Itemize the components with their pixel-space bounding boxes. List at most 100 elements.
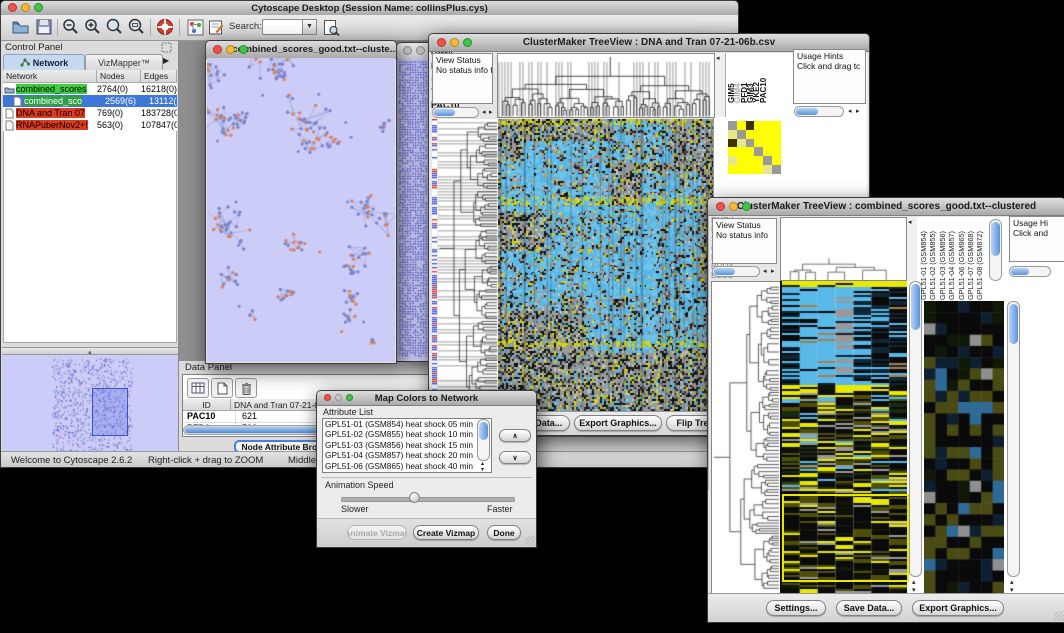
resize-grip[interactable] [1054, 611, 1064, 621]
attribute-select-button[interactable] [187, 378, 209, 398]
scrollbar-thumb[interactable] [714, 268, 735, 275]
gene-list-vscrollbar[interactable] [1007, 301, 1020, 577]
scroll-down-icon[interactable]: ▾ [481, 467, 484, 474]
scrollbar-thumb[interactable] [1011, 268, 1029, 275]
attribute-list-scrollbar[interactable] [477, 419, 490, 461]
scrollbar-thumb[interactable] [1009, 304, 1018, 344]
dense-network-canvas[interactable] [398, 59, 432, 359]
minimize-button[interactable] [416, 46, 425, 55]
tab-vizmapper[interactable]: VizMapper™ [85, 54, 163, 71]
treeview1-top-divider[interactable]: ◂ [715, 53, 726, 117]
treeview2-zoom-heatmap[interactable] [924, 301, 1004, 593]
zoom-out-button[interactable] [61, 17, 81, 37]
tab-network[interactable]: Network [3, 54, 85, 71]
float-panel-icon[interactable] [161, 42, 172, 53]
speed-slider-thumb[interactable] [409, 492, 420, 503]
scroll-left-icon[interactable]: ◂ [848, 108, 852, 115]
search-options-button[interactable] [321, 17, 341, 37]
tab-overflow-button[interactable]: ▶ [163, 56, 169, 65]
view-status-scrollbar[interactable] [712, 266, 760, 277]
delete-attribute-button[interactable] [235, 378, 257, 398]
zoom-button[interactable] [463, 38, 472, 47]
treeview2-row-dendrogram[interactable] [711, 281, 782, 595]
birdseye-view[interactable] [2, 355, 178, 459]
treeview1-heatmap[interactable] [498, 119, 713, 411]
minimize-button[interactable] [335, 394, 342, 401]
treeview2-title-bar[interactable]: ClusterMaker TreeView : combined_scores_… [708, 198, 1064, 216]
zoom-selected-button[interactable] [127, 17, 147, 37]
zoom-fit-button[interactable] [105, 17, 125, 37]
help-button[interactable] [155, 17, 175, 37]
network-list-row[interactable]: DNA and Tran 07769(0)183728(0) [3, 107, 177, 119]
zoom-button[interactable] [34, 3, 43, 12]
zoom-button[interactable] [346, 394, 353, 401]
minimize-button[interactable] [226, 45, 235, 54]
scrollbar-thumb[interactable] [479, 422, 488, 440]
settings-button[interactable]: Settings... [766, 600, 826, 616]
col-header-id[interactable]: ID [183, 399, 231, 411]
scroll-right-icon[interactable]: ▸ [489, 109, 493, 116]
export-graphics-button[interactable]: Export Graphics... [574, 415, 662, 431]
dialog-title-bar[interactable]: Map Colors to Network [317, 391, 536, 406]
vizmapper-button[interactable] [185, 17, 205, 37]
attribute-list-item[interactable]: GPL51-07 (GSM868) heat shock 60 min [323, 471, 491, 473]
zoom-button[interactable] [239, 45, 248, 54]
close-button[interactable] [716, 202, 725, 211]
treeview1-top-dendrogram[interactable] [497, 53, 715, 118]
usage-hints-scrollbar[interactable] [794, 106, 844, 117]
network-window-title-bar[interactable]: combined_scores_good.txt--cluste... [206, 41, 396, 59]
network-list-row[interactable]: combined_scores2764(0)16218(0) [3, 83, 177, 95]
attribute-list-item[interactable]: GPL51-02 (GSM855) heat shock 10 min [323, 429, 491, 439]
scroll-up-icon[interactable]: ▴ [912, 579, 916, 586]
move-up-button[interactable]: ∧ [499, 429, 531, 442]
treeview2-top-dendrogram[interactable] [780, 217, 907, 281]
annotation-button[interactable] [206, 17, 226, 37]
usage-hints-scrollbar[interactable] [1009, 266, 1051, 277]
attribute-list-item[interactable]: GPL51-04 (GSM857) heat shock 20 min [323, 450, 491, 460]
search-input[interactable] [262, 19, 304, 35]
scroll-left-icon[interactable]: ◂ [482, 109, 486, 116]
col-header-nodes[interactable]: Nodes [97, 70, 141, 83]
view-status-scrollbar[interactable] [432, 107, 479, 118]
move-down-button[interactable]: ∨ [499, 451, 531, 464]
close-button[interactable] [437, 38, 446, 47]
scroll-right-icon[interactable]: ▸ [856, 108, 860, 115]
close-button[interactable] [403, 46, 412, 55]
main-title-bar[interactable]: Cytoscape Desktop (Session Name: collins… [1, 1, 738, 16]
speed-slider-track[interactable] [341, 497, 515, 502]
treeview1-row-dendrogram[interactable] [438, 119, 498, 411]
minimize-button[interactable] [729, 202, 738, 211]
scroll-left-icon[interactable]: ◂ [763, 268, 767, 275]
network-list-row[interactable]: combined_sco2569(6)13112(15) [3, 95, 177, 107]
attribute-list-item[interactable]: GPL51-06 (GSM865) heat shock 40 min [323, 461, 491, 471]
open-file-button[interactable] [11, 17, 31, 37]
scrollbar-thumb[interactable] [796, 108, 818, 115]
new-attribute-button[interactable] [211, 378, 233, 398]
resize-grip[interactable] [525, 536, 535, 546]
search-dropdown-button[interactable]: ▼ [302, 19, 317, 35]
export-graphics-button[interactable]: Export Graphics... [912, 600, 1004, 616]
zoom-button[interactable] [742, 202, 751, 211]
col-header-network[interactable]: Network [3, 70, 97, 83]
scrollbar-thumb[interactable] [991, 222, 1000, 256]
heatmap-vscrollbar[interactable] [909, 281, 922, 577]
attribute-list-item[interactable]: GPL51-01 (GSM854) heat shock 05 min [323, 419, 491, 429]
close-button[interactable] [324, 394, 331, 401]
scrollbar-thumb[interactable] [434, 109, 455, 116]
network-view-canvas[interactable] [207, 58, 395, 362]
col-header-edges[interactable]: Edges [141, 70, 177, 83]
treeview1-similarity-matrix[interactable] [728, 121, 781, 174]
birdseye-divider[interactable]: ▴ [2, 347, 178, 355]
minimize-button[interactable] [450, 38, 459, 47]
scroll-right-icon[interactable]: ▸ [771, 268, 775, 275]
network-list-row[interactable]: RNAPuberNov2+!563(0)107847(0) [3, 119, 177, 131]
save-button[interactable] [34, 17, 54, 37]
zoom-in-button[interactable] [83, 17, 103, 37]
close-button[interactable] [8, 3, 17, 12]
attribute-list-item[interactable]: GPL51-03 (GSM856) heat shock 15 min [323, 440, 491, 450]
close-button[interactable] [213, 45, 222, 54]
done-button[interactable]: Done [487, 525, 521, 540]
birdseye-viewport[interactable] [92, 388, 128, 436]
minimize-button[interactable] [21, 3, 30, 12]
create-vizmap-button[interactable]: Create Vizmap [413, 525, 479, 540]
